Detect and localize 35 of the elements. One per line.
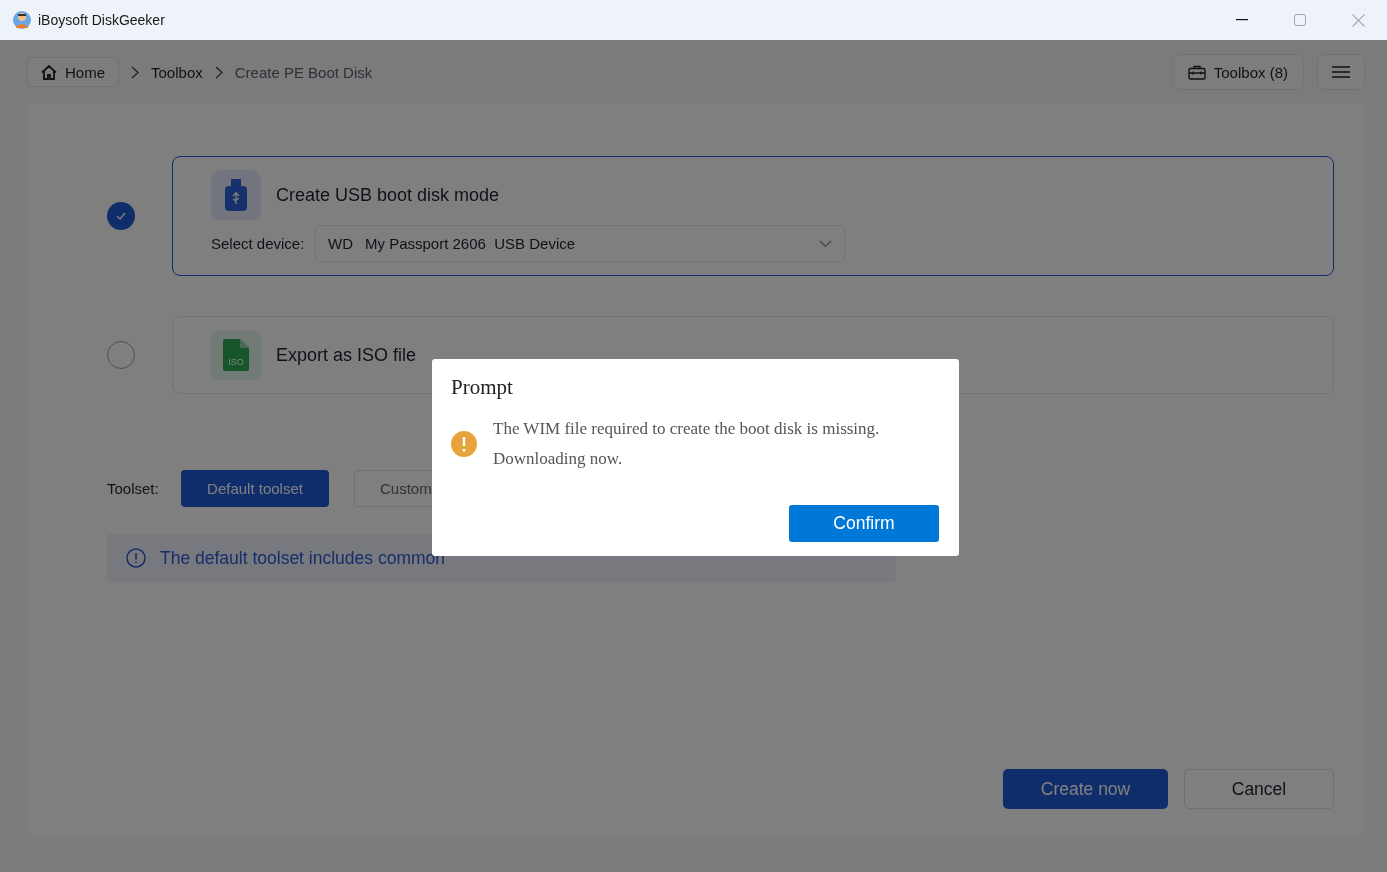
confirm-button[interactable]: Confirm	[789, 505, 939, 542]
checkmark-icon	[116, 212, 126, 220]
window-title: iBoysoft DiskGeeker	[38, 12, 165, 28]
cancel-button[interactable]: Cancel	[1184, 769, 1334, 809]
menu-button[interactable]	[1317, 54, 1365, 90]
mode-title: Export as ISO file	[276, 344, 417, 366]
usb-drive-icon	[225, 179, 247, 211]
app-logo-icon	[12, 10, 32, 30]
device-dropdown[interactable]: WD My Passport 2606 USB Device	[315, 225, 845, 262]
info-text: The default toolset includes common	[160, 547, 446, 569]
device-label: Select device:	[211, 235, 306, 252]
warning-icon	[451, 431, 477, 457]
radio-button[interactable]	[107, 341, 135, 369]
breadcrumb-item[interactable]: Toolbox	[151, 63, 203, 81]
create-button[interactable]: Create now	[1003, 769, 1168, 809]
info-icon	[126, 548, 146, 568]
toolbox-icon	[1187, 64, 1206, 80]
home-breadcrumb[interactable]: Home	[27, 57, 119, 87]
maximize-icon	[1294, 14, 1306, 26]
iso-file-icon: ISO	[223, 339, 249, 371]
toolset-label: Toolset:	[107, 480, 160, 497]
minimize-icon	[1236, 19, 1248, 21]
menu-icon	[1332, 66, 1350, 78]
mode-title: Create USB boot disk mode	[276, 184, 500, 206]
breadcrumb-item: Create PE Boot Disk	[234, 63, 373, 81]
close-icon	[1351, 13, 1365, 27]
dialog-message: The WIM file required to create the boot disk is missing. Downloading now.	[493, 418, 881, 470]
chevron-right-icon	[131, 65, 139, 79]
chevron-down-icon	[819, 239, 832, 248]
radio-button[interactable]	[107, 202, 135, 230]
mode-card[interactable]: Create USB boot disk mode Select device: WD My Passport 2606 USB Device	[172, 156, 1334, 276]
home-icon	[41, 64, 57, 80]
chevron-right-icon	[214, 65, 223, 79]
toolbox-button[interactable]: Toolbox (8)	[1171, 54, 1304, 90]
toolset-tab[interactable]: Default toolset	[181, 470, 329, 507]
